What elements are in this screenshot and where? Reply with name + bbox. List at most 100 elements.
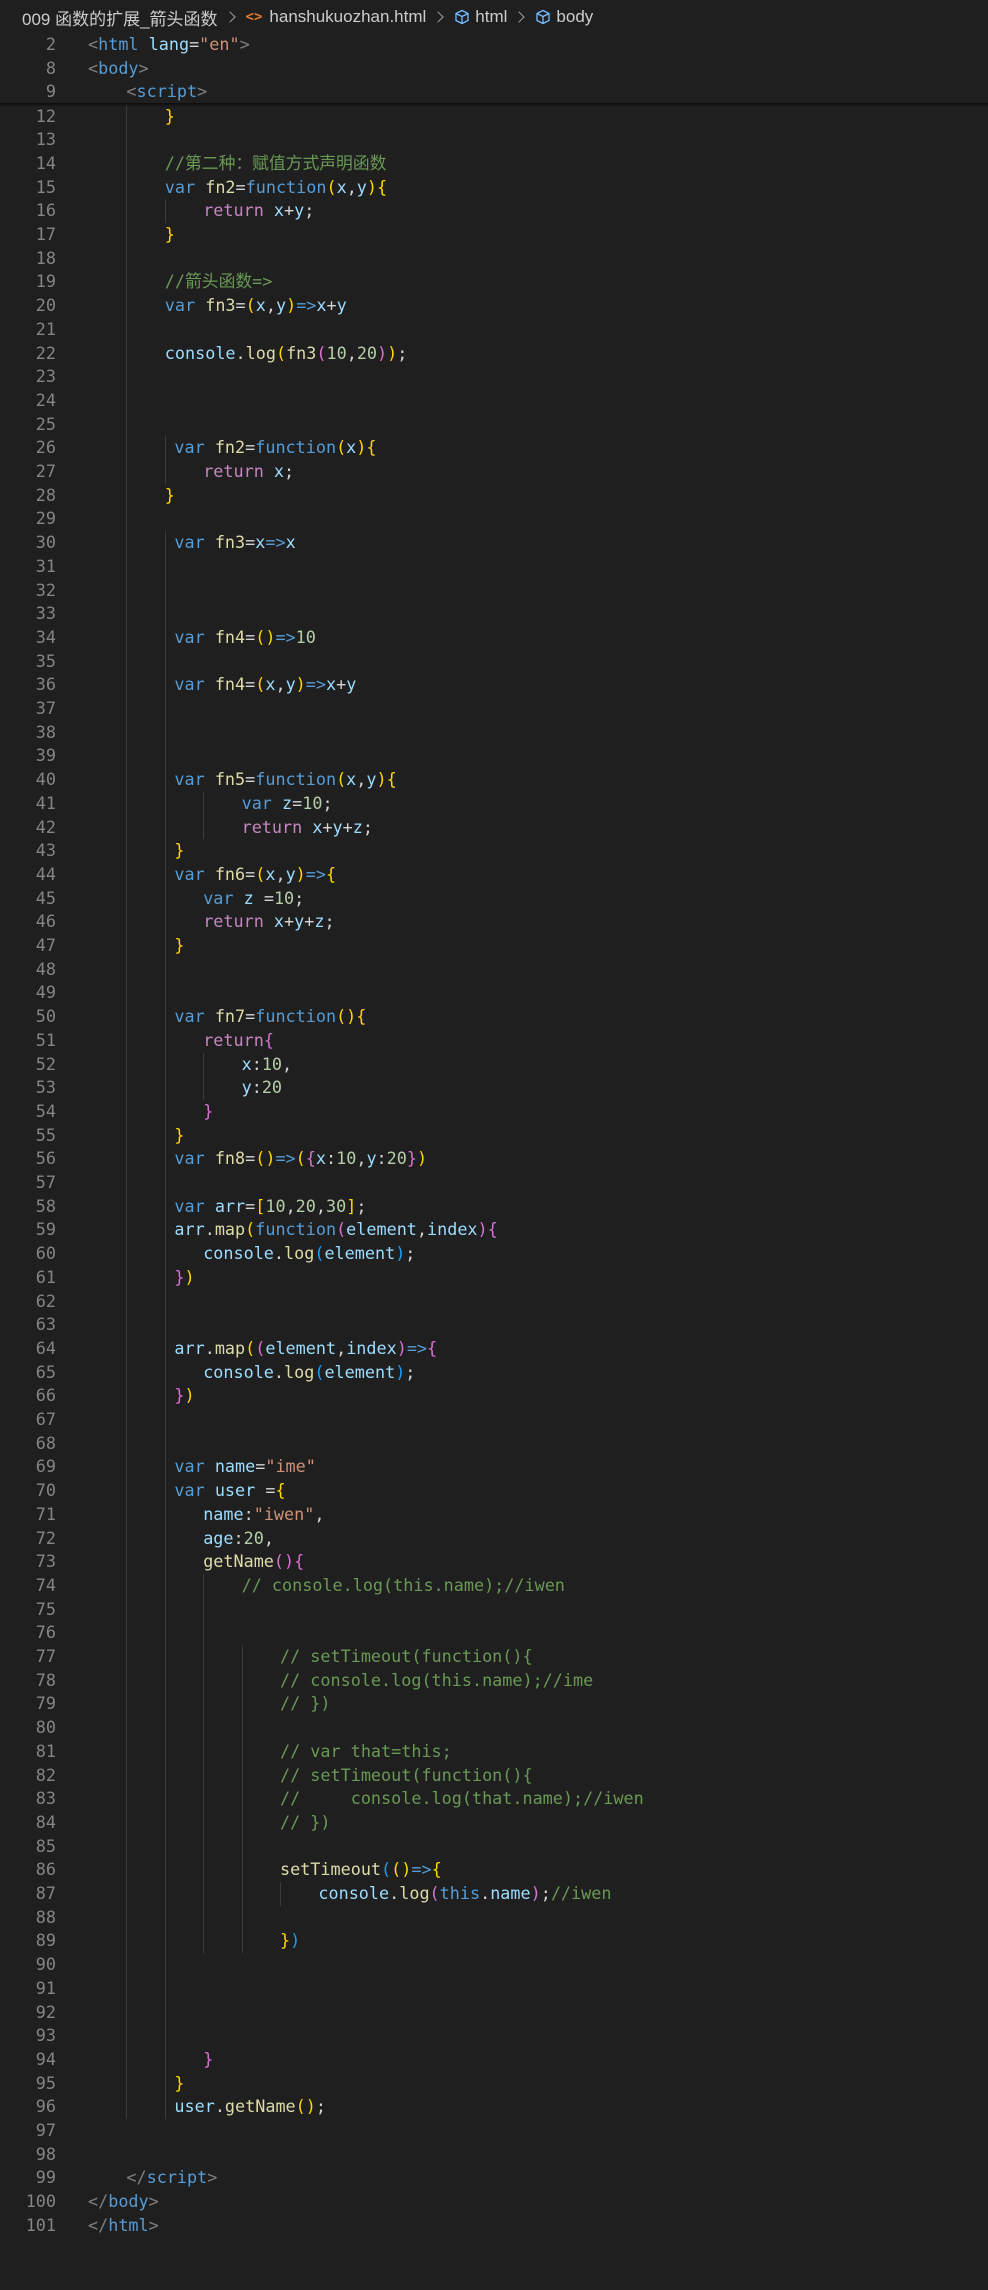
code-token: var — [174, 1456, 205, 1477]
code-token: script — [146, 2167, 208, 2188]
line-number: 23 — [35, 366, 56, 387]
code-token: 10 — [261, 1053, 283, 1074]
line-number: 38 — [35, 721, 56, 742]
code-token: ) — [184, 1266, 195, 1287]
code-token: //箭头函数=> — [164, 271, 273, 292]
code-token: + — [284, 200, 295, 221]
code-token: var — [174, 626, 205, 647]
line-number: 70 — [35, 1480, 56, 1501]
code-text: }) — [280, 1929, 300, 1953]
code-token: arr — [214, 1195, 246, 1216]
line-number: 74 — [35, 1574, 56, 1595]
code-token: + — [322, 816, 333, 837]
breadcrumb-file[interactable]: <> hanshukuozhan.html — [246, 7, 427, 27]
code-token: fn5 — [214, 769, 246, 790]
code-token: = — [255, 1480, 276, 1501]
code-token: { — [305, 1148, 316, 1169]
code-token: ) — [295, 863, 306, 884]
code-token: : — [376, 1148, 387, 1169]
line-number: 40 — [35, 769, 56, 790]
line-number: 12 — [35, 105, 56, 126]
code-token: 20 — [261, 1077, 283, 1098]
code-token: < — [88, 34, 99, 54]
code-token: //iwen — [550, 1883, 612, 1903]
line-number: 62 — [35, 1290, 56, 1311]
line-number: 93 — [35, 2025, 56, 2046]
line-number: 2 — [45, 34, 56, 54]
line-number: 99 — [35, 2167, 56, 2188]
code-token: ( — [391, 1859, 402, 1880]
code-text: var fn4=(x,y)=>x+y — [174, 673, 356, 697]
indent-guide — [203, 791, 205, 840]
code-token: ) — [395, 1243, 406, 1264]
code-token: } — [174, 1124, 185, 1145]
code-token: log — [284, 1361, 315, 1382]
line-number: 25 — [35, 413, 56, 434]
code-text: return x; — [203, 460, 294, 484]
indent-guide — [164, 436, 166, 484]
code-text: var fn4=()=>10 — [174, 626, 316, 650]
code-token: ( — [255, 626, 266, 647]
code-token: y — [336, 295, 347, 316]
code-token: { — [356, 1006, 367, 1027]
line-number: 54 — [35, 1100, 56, 1121]
breadcrumb-folder[interactable]: 009 函数的扩展_箭头函数 — [22, 5, 218, 30]
code-token: = — [245, 532, 256, 553]
code-token: fn3 — [286, 342, 317, 363]
code-token: ; — [284, 461, 295, 481]
code-editor[interactable]: 12} 13 14//第二种：赋值方式声明函数 15 var fn2=function(… — [0, 0, 988, 2290]
code-token: // setTimeout(function(){ — [280, 1764, 533, 1785]
code-token: fn4 — [214, 626, 246, 647]
code-token: 20 — [295, 1195, 316, 1216]
code-token: y — [285, 863, 296, 884]
line-number: 37 — [35, 698, 56, 718]
code-token: ) — [377, 342, 388, 363]
code-token: { — [386, 769, 397, 790]
code-text: // var that=this; — [280, 1740, 452, 1764]
code-token: } — [174, 840, 185, 861]
code-token: . — [273, 1361, 285, 1382]
code-token: ( — [314, 1243, 325, 1264]
code-token: = — [255, 1456, 266, 1477]
code-token: ) — [366, 176, 378, 197]
code-text: // console.log(this.name);//ime — [280, 1669, 593, 1693]
code-token: ] — [346, 1195, 357, 1216]
code-token: ) — [290, 1930, 301, 1951]
code-token: : — [243, 1503, 254, 1524]
code-token: ; — [294, 887, 305, 908]
code-token: , — [265, 295, 276, 316]
code-token: } — [164, 105, 175, 126]
code-token: var — [241, 792, 272, 813]
code-token: => — [305, 674, 326, 695]
breadcrumb-body-element[interactable]: body — [535, 7, 593, 27]
code-token: ) — [265, 626, 276, 647]
code-text: </body> — [88, 2190, 159, 2214]
code-token: arr — [174, 1219, 205, 1240]
code-text: name:"iwen", — [203, 1503, 324, 1527]
code-token: } — [174, 2072, 185, 2093]
code-token: ( — [255, 1337, 266, 1358]
code-token: arr — [174, 1337, 205, 1358]
code-text: }) — [174, 1266, 194, 1290]
code-token: console — [318, 1883, 390, 1903]
line-number: 97 — [35, 2120, 56, 2140]
code-token: ; — [356, 1195, 367, 1216]
indent-guide — [203, 1052, 205, 1100]
code-token: = — [189, 34, 200, 54]
code-token: return — [203, 911, 264, 932]
code-token: ( — [336, 1219, 347, 1240]
code-token: element — [324, 1361, 396, 1382]
code-token: fn2 — [214, 437, 246, 458]
line-number: 20 — [35, 295, 56, 316]
code-token: => — [275, 626, 296, 647]
code-token: = — [245, 1195, 256, 1216]
code-token: function — [255, 1219, 337, 1240]
code-token: x — [346, 769, 357, 790]
breadcrumb-html-element[interactable]: html — [454, 7, 507, 27]
code-token: x — [312, 816, 323, 837]
code-token: map — [214, 1337, 246, 1358]
